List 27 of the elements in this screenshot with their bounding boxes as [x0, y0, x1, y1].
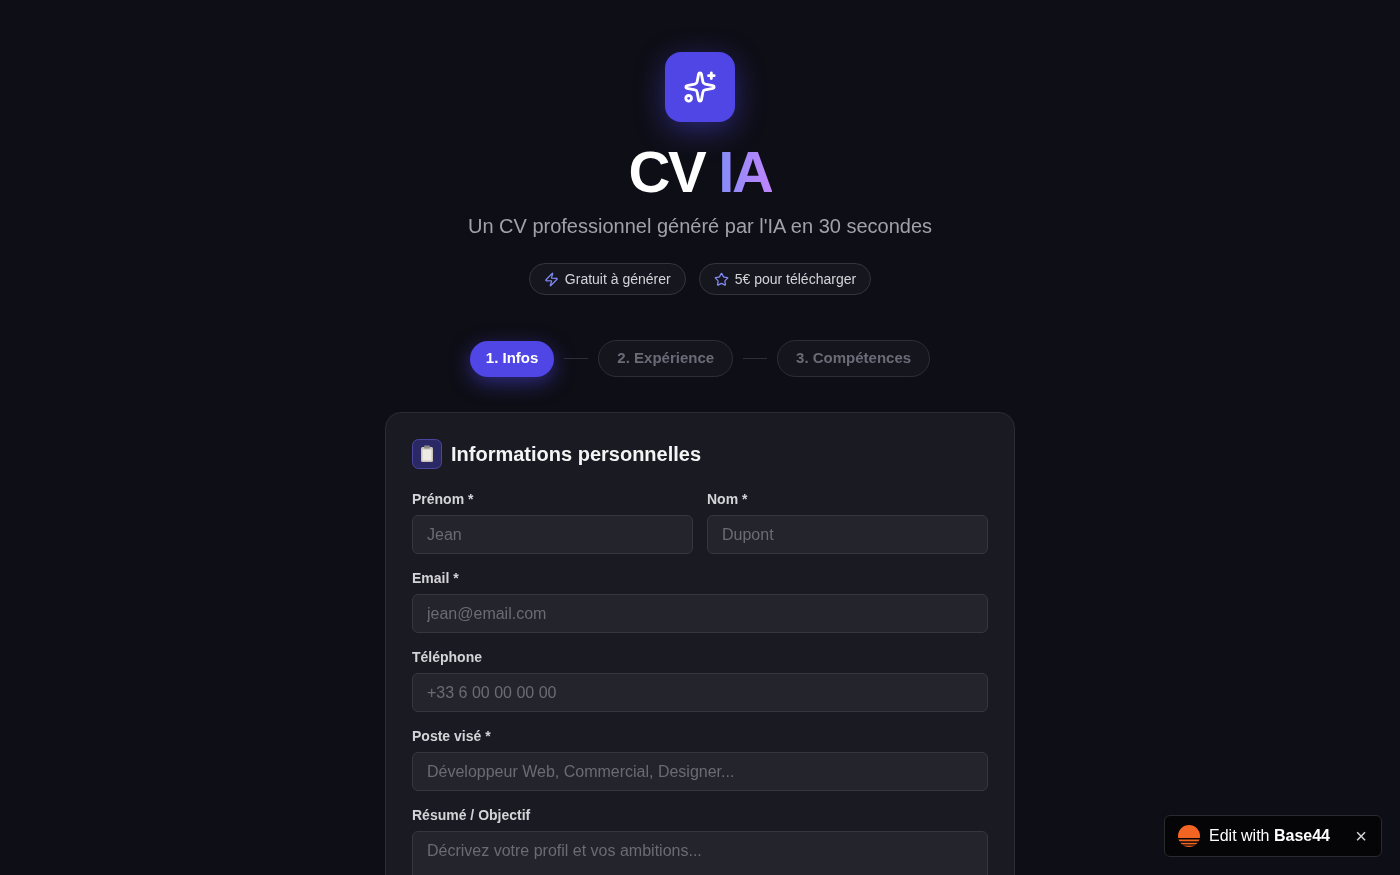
input-field[interactable]: Jean	[412, 515, 693, 554]
feature-badge: Gratuit à générer	[528, 263, 686, 295]
step-tab[interactable]: 2. Expérience	[598, 340, 734, 377]
input-field[interactable]: Dupont	[707, 515, 988, 554]
sunset-logo-icon	[1178, 825, 1200, 847]
textarea-field[interactable]: Décrivez votre profil et vos ambitions...	[412, 831, 988, 875]
step-tab[interactable]: 3. Compétences	[777, 340, 931, 377]
step-tab[interactable]: 1. Infos	[469, 340, 555, 377]
close-button[interactable]: ×	[1355, 826, 1367, 846]
clipboard-icon	[412, 439, 442, 469]
field-label: Prénom *	[412, 490, 475, 509]
field-label: Email *	[412, 569, 460, 588]
feature-badge: 5€ pour télécharger	[698, 263, 872, 295]
input-field[interactable]: Développeur Web, Commercial, Designer...	[412, 752, 988, 791]
app-title: CV IA	[628, 140, 772, 204]
edit-link[interactable]: Edit with Base44	[1209, 824, 1330, 848]
field-label: Téléphone	[412, 648, 483, 667]
subtitle: Un CV professionnel généré par l'IA en 30 secondes	[467, 214, 933, 239]
input-field[interactable]: +33 6 00 00 00 00	[412, 673, 988, 712]
section-title: Informations personnelles	[451, 442, 702, 467]
field-label: Nom *	[707, 490, 749, 509]
input-field[interactable]: jean@email.com	[412, 594, 988, 633]
lightning-icon	[543, 271, 559, 287]
star-icon	[713, 271, 729, 287]
field-label: Résumé / Objectif	[412, 806, 532, 825]
field-label: Poste visé *	[412, 727, 492, 746]
sparkle-logo-icon	[665, 52, 735, 122]
